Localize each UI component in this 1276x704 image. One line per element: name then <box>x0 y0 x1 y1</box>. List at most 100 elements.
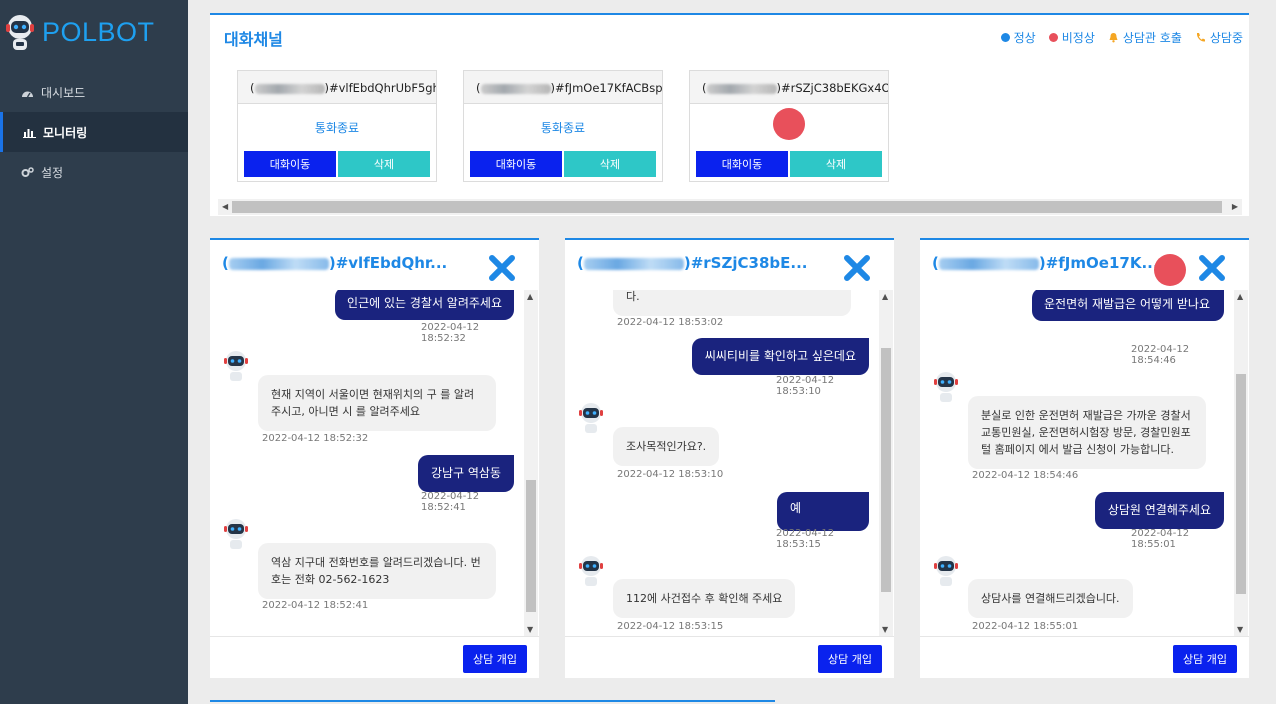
scroll-down-icon[interactable]: ▼ <box>527 625 533 634</box>
channels-panel: 대화채널 정상 비정상 상담관 호출 상담중 ()#vlfEbdQhrUbF5g… <box>210 13 1249 216</box>
redacted-phone <box>228 257 329 270</box>
bot-message: 조사목적인가요?. <box>613 427 720 466</box>
intervene-button[interactable]: 상담 개입 <box>463 645 527 673</box>
blue-dot-icon <box>1000 33 1010 42</box>
chat-footer: 상담 개입 <box>565 636 894 680</box>
message-time: 2022-04-12 18:53:15 <box>617 621 724 632</box>
move-to-chat-button[interactable]: 대화이동 <box>244 151 336 177</box>
redacted-phone <box>706 83 777 94</box>
redacted-phone <box>254 83 325 94</box>
message-list: 운전면허 재발급은 어떻게 받나요 2022-04-12 18:54:46 분실… <box>920 290 1235 636</box>
sidebar-item-label: 대시보드 <box>41 85 86 100</box>
message-time: 2022-04-12 18:53:15 <box>776 528 835 550</box>
chat-title: ()#fJmOe17K... <box>932 254 1159 272</box>
message-time: 2022-04-12 18:53:02 <box>617 317 724 328</box>
redacted-phone <box>938 257 1039 270</box>
sidebar: POLBOT 대시보드 모니터링 설정 <box>0 0 188 704</box>
sidebar-item-monitoring[interactable]: 모니터링 <box>0 112 188 152</box>
message-list: 다. 2022-04-12 18:53:02 씨씨티비를 확인하고 싶은데요 2… <box>565 290 880 636</box>
sidebar-item-settings[interactable]: 설정 <box>0 152 188 192</box>
user-message: 예 <box>777 492 869 531</box>
close-icon[interactable] <box>488 254 516 282</box>
delete-button[interactable]: 삭제 <box>564 151 656 177</box>
bot-message: 현재 지역이 서울이면 현재위치의 구 를 알려주시고, 아니면 시 를 알려주… <box>258 375 496 431</box>
bot-message: 112에 사건접수 후 확인해 주세요 <box>613 579 796 618</box>
channel-card-header: ()#fJmOe17KfACBspm... <box>464 71 662 104</box>
scroll-down-icon[interactable]: ▼ <box>1237 625 1243 634</box>
message-time: 2022-04-12 18:52:41 <box>421 491 480 513</box>
close-icon[interactable] <box>843 254 871 282</box>
scrollbar-thumb[interactable] <box>881 348 891 592</box>
scroll-right-icon[interactable]: ▶ <box>1232 202 1238 211</box>
bot-message: 역삼 지구대 전화번호를 알려드리겠습니다. 번호는 전화 02-562-162… <box>258 543 496 599</box>
horizontal-scrollbar[interactable]: ◀ ▶ <box>218 199 1242 215</box>
abnormal-status-dot <box>773 108 805 140</box>
chat-footer: 상담 개입 <box>210 636 539 680</box>
robot-logo-icon <box>6 15 34 50</box>
vertical-scrollbar[interactable]: ▲ ▼ <box>879 290 893 636</box>
intervene-button[interactable]: 상담 개입 <box>818 645 882 673</box>
user-message: 운전면허 재발급은 어떻게 받나요 <box>1032 290 1224 321</box>
red-dot-icon <box>1048 33 1058 42</box>
sidebar-nav: 대시보드 모니터링 설정 <box>0 72 188 192</box>
intervene-button[interactable]: 상담 개입 <box>1173 645 1237 673</box>
redacted-phone <box>583 257 684 270</box>
chat-window: ()#rSZjC38bE... 다. 2022-04-12 18:53:02 씨… <box>565 238 894 678</box>
bot-avatar-icon <box>224 351 248 381</box>
channel-id: )#vlfEbdQhrUbF5gh... <box>324 81 437 95</box>
scroll-down-icon[interactable]: ▼ <box>882 625 888 634</box>
channel-id: )#fJmOe17KfACBspm... <box>550 81 663 95</box>
chat-title: ()#rSZjC38bE... <box>577 254 808 272</box>
chat-window: ()#vlfEbdQhr... 인근에 있는 경찰서 알려주세요 2022-04… <box>210 238 539 678</box>
redacted-phone <box>480 83 551 94</box>
bell-icon <box>1109 33 1118 43</box>
channel-card-header: ()#rSZjC38bEKGx4OF... <box>690 71 888 104</box>
vertical-scrollbar[interactable]: ▲ ▼ <box>524 290 538 636</box>
channel-card[interactable]: ()#fJmOe17KfACBspm... 통화종료 대화이동 삭제 <box>463 70 663 182</box>
phone-icon <box>1196 33 1205 42</box>
channel-id: )#rSZjC38bEKGx4OF... <box>776 81 889 95</box>
next-panel-border <box>210 700 775 702</box>
bot-avatar-icon <box>579 403 603 433</box>
message-time: 2022-04-12 18:53:10 <box>776 375 835 397</box>
chat-footer: 상담 개입 <box>920 636 1249 680</box>
abnormal-status-dot <box>1154 254 1186 286</box>
bot-avatar-icon <box>934 372 958 402</box>
scrollbar-thumb[interactable] <box>526 480 536 612</box>
user-message: 상담원 연결해주세요 <box>1094 492 1224 529</box>
sidebar-item-dashboard[interactable]: 대시보드 <box>0 72 188 112</box>
scroll-left-icon[interactable]: ◀ <box>222 202 228 211</box>
scrollbar-thumb[interactable] <box>232 201 1222 213</box>
bot-message: 다. <box>613 290 851 316</box>
message-time: 2022-04-12 18:52:41 <box>262 600 369 611</box>
gears-icon <box>20 166 34 178</box>
message-time: 2022-04-12 18:52:32 <box>421 322 480 344</box>
bot-avatar-icon <box>579 556 603 586</box>
bot-avatar-icon <box>224 519 248 549</box>
message-time: 2022-04-12 18:54:46 <box>1131 344 1190 366</box>
channel-card[interactable]: ()#vlfEbdQhrUbF5gh... 통화종료 대화이동 삭제 <box>237 70 437 182</box>
move-to-chat-button[interactable]: 대화이동 <box>696 151 788 177</box>
legend-normal: 정상 <box>1000 29 1036 46</box>
scroll-up-icon[interactable]: ▲ <box>527 292 533 301</box>
close-icon[interactable] <box>1198 254 1226 282</box>
legend-abnormal: 비정상 <box>1048 29 1095 46</box>
delete-button[interactable]: 삭제 <box>790 151 882 177</box>
scroll-up-icon[interactable]: ▲ <box>1237 292 1243 301</box>
user-message: 씨씨티비를 확인하고 싶은데요 <box>691 338 869 375</box>
bar-chart-icon <box>22 126 36 138</box>
message-time: 2022-04-12 18:52:32 <box>262 433 369 444</box>
channel-card[interactable]: ()#rSZjC38bEKGx4OF... 대화이동 삭제 <box>689 70 889 182</box>
bot-message: 상담사를 연결해드리겠습니다. <box>968 579 1133 618</box>
message-time: 2022-04-12 18:54:46 <box>972 470 1079 481</box>
move-to-chat-button[interactable]: 대화이동 <box>470 151 562 177</box>
chat-window: ()#fJmOe17K... 운전면허 재발급은 어떻게 받나요 2022-04… <box>920 238 1249 678</box>
channel-status: 통화종료 <box>314 121 360 135</box>
scrollbar-thumb[interactable] <box>1236 374 1246 594</box>
sidebar-item-label: 모니터링 <box>43 125 88 140</box>
scroll-up-icon[interactable]: ▲ <box>882 292 888 301</box>
message-time: 2022-04-12 18:53:10 <box>617 469 724 480</box>
vertical-scrollbar[interactable]: ▲ ▼ <box>1234 290 1248 636</box>
logo[interactable]: POLBOT <box>4 12 155 52</box>
delete-button[interactable]: 삭제 <box>338 151 430 177</box>
